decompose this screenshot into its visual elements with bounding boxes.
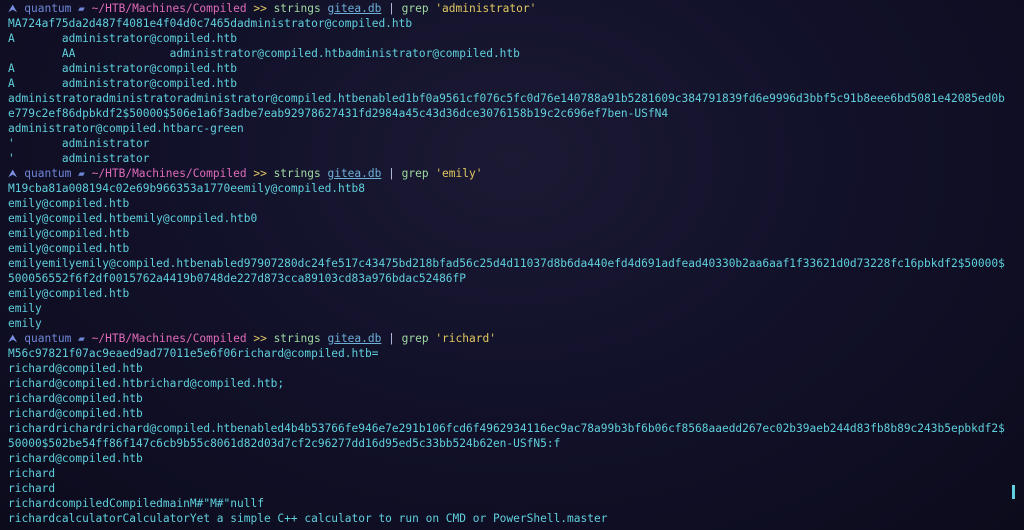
- command-file: gitea.db: [327, 2, 382, 15]
- command-pattern: 'administrator': [435, 2, 537, 15]
- output-line: richard@compiled.htb: [8, 452, 143, 465]
- output-line: emily: [8, 302, 42, 315]
- output-line: A administrator@compiled.htb: [8, 77, 238, 90]
- output-line: 500056552f6f2df0015762a4419b0748de227d87…: [8, 272, 467, 285]
- command-pipe: |: [388, 332, 395, 345]
- prompt-separator: >>: [253, 2, 267, 15]
- command-pipe: |: [388, 167, 395, 180]
- output-line: A administrator@compiled.htb: [8, 32, 238, 45]
- prompt-line: ⮝ quantum ▰ ~/HTB/Machines/Compiled >> s…: [8, 1, 1024, 16]
- output-line: richardcalculatorCalculatorYet a simple …: [8, 512, 608, 525]
- output-line: ' administrator: [8, 137, 150, 150]
- command-pattern: 'emily': [435, 167, 483, 180]
- output-line: 50000$502be54ff86f147c6cb9b55c8061d82d03…: [8, 437, 561, 450]
- prompt-line: ⮝ quantum ▰ ~/HTB/Machines/Compiled >> s…: [8, 166, 1024, 181]
- folder-icon: ▰: [78, 332, 85, 345]
- folder-icon: ▰: [78, 2, 85, 15]
- arch-icon: ⮝: [8, 2, 25, 15]
- folder-icon: ▰: [78, 167, 85, 180]
- command-pipe: |: [388, 2, 395, 15]
- command-grep: grep: [401, 2, 429, 15]
- prompt-user: quantum: [24, 167, 72, 180]
- output-line: emily@compiled.htbemily@compiled.htb0: [8, 212, 258, 225]
- output-line: richard@compiled.htbrichard@compiled.htb…: [8, 377, 285, 390]
- output-line: richardcompiledCompiledmainM#"M#"nullf: [8, 497, 264, 510]
- arch-icon: ⮝: [8, 332, 25, 345]
- output-line: MA724af75da2d487f4081e4f04d0c7465dadmini…: [8, 17, 413, 30]
- output-line: A administrator@compiled.htb: [8, 62, 238, 75]
- command-name: strings: [273, 2, 321, 15]
- output-line: richard: [8, 467, 56, 480]
- output-line: AA administrator@compiled.htbadministrat…: [8, 47, 520, 60]
- output-line: richard@compiled.htb: [8, 362, 143, 375]
- prompt-separator: >>: [253, 167, 267, 180]
- output-line: emilyemilyemily@compiled.htbenabled97907…: [8, 257, 1005, 270]
- command-pattern: 'richard': [435, 332, 496, 345]
- output-line: M19cba81a008194c02e69b966353a1770eemily@…: [8, 182, 365, 195]
- output-line: emily@compiled.htb: [8, 227, 130, 240]
- prompt-path: ~/HTB/Machines/Compiled: [91, 2, 247, 15]
- output-line: richard@compiled.htb: [8, 407, 143, 420]
- output-line: administrator@compiled.htbarc-green: [8, 122, 244, 135]
- prompt-path: ~/HTB/Machines/Compiled: [91, 167, 247, 180]
- output-line: emily@compiled.htb: [8, 242, 130, 255]
- prompt-user: quantum: [24, 2, 72, 15]
- command-name: strings: [273, 332, 321, 345]
- command-file: gitea.db: [327, 332, 382, 345]
- output-line: emily@compiled.htb: [8, 287, 130, 300]
- command-grep: grep: [401, 332, 429, 345]
- prompt-line: ⮝ quantum ▰ ~/HTB/Machines/Compiled >> s…: [8, 331, 1024, 346]
- output-line: richard@compiled.htb: [8, 392, 143, 405]
- output-line: ' administrator: [8, 152, 150, 165]
- output-line: richard: [8, 482, 56, 495]
- terminal-window[interactable]: ⮝ quantum ▰ ~/HTB/Machines/Compiled >> s…: [0, 0, 1024, 530]
- prompt-separator: >>: [253, 332, 267, 345]
- command-file: gitea.db: [327, 167, 382, 180]
- output-line: richardrichardrichard@compiled.htbenable…: [8, 422, 1005, 435]
- command-name: strings: [273, 167, 321, 180]
- output-line: administratoradministratoradministrator@…: [8, 92, 1005, 105]
- output-line: emily@compiled.htb: [8, 197, 130, 210]
- terminal-cursor: [1012, 485, 1015, 499]
- command-grep: grep: [401, 167, 429, 180]
- output-line: M56c97821f07ac9eaed9ad77011e5e6f06richar…: [8, 347, 379, 360]
- prompt-user: quantum: [24, 332, 72, 345]
- output-line: e779c2ef86dpbkdf2$50000$506e1a6f3adbe7ea…: [8, 107, 669, 120]
- arch-icon: ⮝: [8, 167, 25, 180]
- prompt-path: ~/HTB/Machines/Compiled: [91, 332, 247, 345]
- output-line: emily: [8, 317, 42, 330]
